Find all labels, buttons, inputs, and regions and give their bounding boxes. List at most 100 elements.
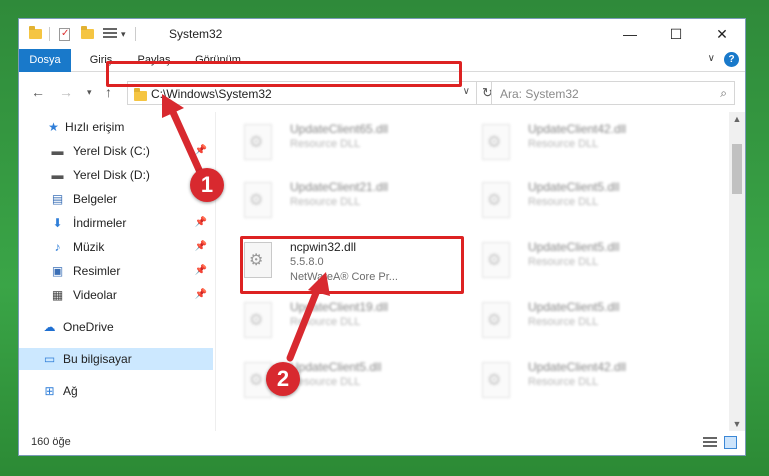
dll-file-icon: ⚙: [244, 124, 272, 160]
file-name: UpdateClient19.dll: [290, 300, 389, 314]
sidebar-item-onedrive[interactable]: ☁ OneDrive: [19, 316, 213, 338]
sidebar-item-label: Yerel Disk (C:): [73, 144, 150, 158]
chevron-down-icon[interactable]: ∨: [463, 86, 470, 97]
sidebar-item-quick-access[interactable]: ★ Hızlı erişim: [19, 116, 213, 138]
status-bar: 160 öğe: [19, 431, 745, 455]
address-highlight: [106, 61, 462, 87]
file-name: UpdateClient42.dll: [528, 122, 627, 136]
download-icon: ⬇: [52, 216, 63, 230]
file-name: UpdateClient65.dll: [290, 122, 389, 136]
scroll-down-icon[interactable]: ▼: [729, 419, 745, 429]
file-type: Resource DLL: [528, 256, 599, 268]
file-type: Resource DLL: [528, 376, 599, 388]
sidebar-item-label: Hızlı erişim: [65, 120, 125, 134]
dll-file-icon: ⚙: [482, 362, 510, 398]
toolbar-separator: [135, 27, 136, 41]
search-input[interactable]: Ara: System32 ⌕: [491, 81, 735, 105]
sidebar-item-documents[interactable]: ▤ Belgeler: [19, 188, 213, 210]
file-type: Resource DLL: [290, 196, 361, 208]
cloud-icon: ☁: [43, 320, 56, 334]
recent-locations-icon[interactable]: ▾: [87, 87, 92, 98]
dll-file-icon: ⚙: [482, 242, 510, 278]
vertical-scrollbar[interactable]: ▲ ▼: [729, 112, 745, 431]
dll-file-icon: ⚙: [482, 182, 510, 218]
music-icon: ♪: [54, 240, 61, 254]
forward-arrow-icon[interactable]: →: [59, 84, 73, 100]
search-placeholder: Ara: System32: [500, 87, 579, 101]
file-name: UpdateClient5.dll: [528, 300, 620, 314]
scrollbar-thumb[interactable]: [732, 144, 742, 194]
folder-icon: [134, 88, 147, 101]
file-name: UpdateClient5.dll: [528, 180, 620, 194]
sidebar-item-music[interactable]: ♪ Müzik 📌: [19, 236, 213, 258]
callout-badge-1: 1: [190, 168, 224, 202]
quick-access-toolbar: [29, 25, 42, 43]
sidebar-item-label: Bu bilgisayar: [63, 352, 132, 366]
customize-toolbar-icon[interactable]: ▾: [121, 25, 126, 43]
minimize-button[interactable]: —: [607, 19, 653, 49]
document-icon: ▤: [51, 192, 64, 206]
list-item[interactable]: ⚙ UpdateClient42.dll Resource DLL: [478, 118, 708, 168]
star-icon: ★: [48, 120, 59, 134]
maximize-button[interactable]: ☐: [653, 19, 699, 49]
sidebar-item-local-disk-d[interactable]: ▬ Yerel Disk (D:): [19, 164, 213, 186]
details-view-icon[interactable]: [703, 437, 717, 448]
sidebar-item-downloads[interactable]: ⬇ İndirmeler 📌: [19, 212, 213, 234]
list-item[interactable]: ⚙ UpdateClient19.dll Resource DLL: [240, 296, 470, 346]
list-item[interactable]: ⚙ UpdateClient21.dll Resource DLL: [240, 176, 470, 226]
properties-icon[interactable]: [59, 27, 70, 41]
callout-badge-2: 2: [266, 362, 300, 396]
sidebar-item-label: Ağ: [63, 384, 78, 398]
search-icon[interactable]: ⌕: [720, 86, 727, 101]
dll-file-icon: ⚙: [244, 302, 272, 338]
file-type: Resource DLL: [528, 316, 599, 328]
toolbar-separator: [49, 27, 50, 41]
pin-icon: 📌: [194, 217, 207, 228]
title-bar: ▾ System32 — ☐ ✕: [19, 19, 745, 49]
file-type: Resource DLL: [290, 316, 361, 328]
list-item[interactable]: ⚙ UpdateClient5.dll Resource DLL: [478, 176, 708, 226]
dll-file-icon: ⚙: [244, 182, 272, 218]
file-type: Resource DLL: [290, 376, 361, 388]
file-type: Resource DLL: [528, 138, 599, 150]
file-name: UpdateClient21.dll: [290, 180, 389, 194]
sidebar-item-local-disk-c[interactable]: ▬ Yerel Disk (C:) 📌: [19, 140, 213, 162]
sidebar-item-label: OneDrive: [63, 320, 114, 334]
sidebar-item-label: Müzik: [73, 240, 105, 254]
sidebar-item-network[interactable]: ⊞ Ağ: [19, 380, 213, 402]
sidebar-item-label: Resimler: [73, 264, 121, 278]
computer-icon: ▭: [43, 352, 56, 366]
dll-file-icon: ⚙: [482, 302, 510, 338]
new-folder-icon[interactable]: [81, 26, 94, 39]
list-item[interactable]: ⚙ UpdateClient5.dll Resource DLL: [478, 236, 708, 286]
dll-file-icon: ⚙: [482, 124, 510, 160]
pin-icon: 📌: [194, 265, 207, 276]
help-icon[interactable]: ?: [724, 52, 739, 67]
sidebar-item-pictures[interactable]: ▣ Resimler 📌: [19, 260, 213, 282]
file-name: UpdateClient5.dll: [290, 360, 382, 374]
item-count: 160 öğe: [31, 436, 71, 448]
close-button[interactable]: ✕: [699, 19, 745, 49]
list-item[interactable]: ⚙ UpdateClient42.dll Resource DLL: [478, 356, 708, 406]
network-icon: ⊞: [44, 384, 55, 398]
pin-icon: 📌: [194, 289, 207, 300]
pin-icon: 📌: [194, 241, 207, 252]
window-title: System32: [169, 27, 223, 41]
file-name: UpdateClient42.dll: [528, 360, 627, 374]
video-icon: ▦: [51, 288, 64, 302]
file-type: Resource DLL: [290, 138, 361, 150]
sidebar-item-videos[interactable]: ▦ Videolar 📌: [19, 284, 213, 306]
list-item[interactable]: ⚙ UpdateClient65.dll Resource DLL: [240, 118, 470, 168]
back-arrow-icon[interactable]: ←: [31, 84, 45, 100]
sidebar-item-this-pc[interactable]: ▭ Bu bilgisayar: [19, 348, 213, 370]
list-item[interactable]: ⚙ UpdateClient5.dll Resource DLL: [478, 296, 708, 346]
file-name: UpdateClient5.dll: [528, 240, 620, 254]
tiles-view-icon[interactable]: [724, 436, 737, 449]
address-path[interactable]: C:\Windows\System32: [151, 87, 272, 101]
chevron-down-icon[interactable]: ∨: [708, 53, 715, 64]
scroll-up-icon[interactable]: ▲: [729, 114, 745, 124]
drive-icon: ▬: [51, 168, 64, 182]
view-icon[interactable]: [103, 28, 117, 40]
drive-icon: ▬: [51, 144, 64, 158]
sidebar-item-label: Videolar: [73, 288, 117, 302]
